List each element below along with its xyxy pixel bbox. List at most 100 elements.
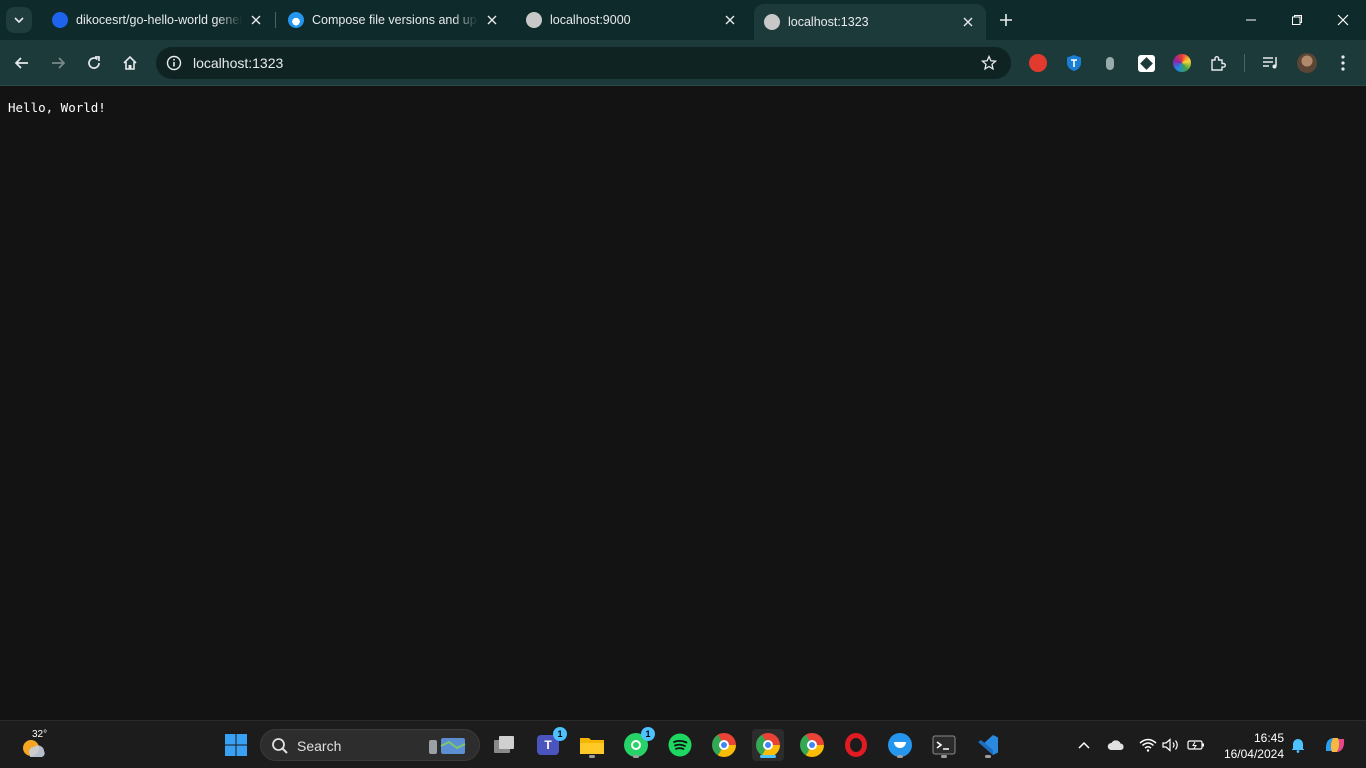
minimize-icon [1246,19,1256,21]
vscode-icon [978,735,998,755]
whatsapp-badge: 1 [641,727,655,741]
notification-bell-icon[interactable] [1288,735,1308,755]
copilot-icon[interactable] [1322,735,1348,755]
chrome-icon [800,733,824,757]
bookmark-star-icon[interactable] [979,53,999,73]
page-body-text: Hello, World! [8,100,106,115]
toolbar-divider [1244,54,1245,72]
close-tab-icon[interactable] [722,12,738,28]
teams-badge: 1 [553,727,567,741]
color-picker-extension-icon[interactable] [1171,52,1193,74]
tab-search-button[interactable] [6,7,32,33]
folder-icon [580,738,604,754]
docker-desktop-app[interactable] [884,729,916,761]
home-icon [123,55,137,70]
weather-temperature: 32° [32,729,48,740]
back-button[interactable] [8,49,36,77]
start-button[interactable] [224,733,248,757]
menu-kebab-icon[interactable] [1332,52,1354,74]
close-tab-icon[interactable] [960,14,976,30]
running-indicator [633,755,639,758]
taskbar-search[interactable]: Search [260,729,480,761]
page-viewport: Hello, World! [0,87,1366,720]
search-highlight-icon [429,738,466,754]
show-hidden-icons-chevron-icon[interactable] [1074,735,1094,755]
running-indicator [941,755,947,758]
search-label: Search [297,738,342,754]
arrow-right-icon [52,57,66,69]
reload-icon [88,56,100,69]
clock-date: 16/04/2024 [1223,747,1284,761]
taskbar: 32° Search T 1 1 16:45 16/04/2024 [0,720,1366,768]
profile-avatar[interactable] [1296,52,1318,74]
adblock-extension-icon[interactable] [1027,52,1049,74]
site-info-icon[interactable] [164,53,184,73]
terminal-icon [932,735,956,755]
weather-widget[interactable]: 32° [20,729,60,761]
taskbar-clock[interactable]: 16:45 16/04/2024 [1218,730,1284,762]
opera-icon [845,733,867,757]
task-view-icon [494,736,514,753]
whatsapp-app[interactable]: 1 [620,727,655,761]
address-bar[interactable]: localhost:1323 [156,47,1011,79]
tab-title: dikocesrt/go-hello-world gener [76,13,242,27]
clock-time: 16:45 [1253,731,1284,745]
plus-icon [1000,14,1012,26]
extensions-puzzle-icon[interactable] [1207,52,1229,74]
globe-icon [526,12,542,28]
arrow-left-icon [14,57,28,69]
docker-icon [888,733,912,757]
terminal-app[interactable] [928,729,960,761]
volume-icon[interactable] [1161,735,1181,755]
shield-extension-icon[interactable] [1063,52,1085,74]
new-tab-button[interactable] [994,8,1018,32]
close-icon [1337,14,1349,26]
running-indicator [589,755,595,758]
running-indicator [985,755,991,758]
opera-app[interactable] [840,729,872,761]
home-button[interactable] [116,49,144,77]
tab-separator [275,12,276,28]
minimize-button[interactable] [1228,0,1274,40]
close-tab-icon[interactable] [484,12,500,28]
tab-localhost-1323[interactable]: localhost:1323 [754,4,986,40]
docker-docs-icon [288,12,304,28]
chevron-down-icon [14,17,24,24]
url-text[interactable]: localhost:1323 [193,55,283,71]
spotify-icon [668,733,692,757]
browser-toolbar: localhost:1323 [0,40,1366,86]
restore-icon [1292,15,1302,25]
tab-title: localhost:9000 [550,13,631,27]
code-extension-icon[interactable] [1135,52,1157,74]
active-window-indicator [760,755,776,758]
wifi-icon[interactable] [1138,735,1158,755]
task-view-button[interactable] [488,729,520,761]
onedrive-cloud-icon[interactable] [1106,735,1126,755]
tab-title: localhost:1323 [788,15,869,29]
tab-compose-docs[interactable]: Compose file versions and upgr [278,6,510,34]
reload-button[interactable] [80,49,108,77]
restore-button[interactable] [1274,0,1320,40]
close-tab-icon[interactable] [248,12,264,28]
vscode-app[interactable] [972,729,1004,761]
chrome-secondary-profile-app[interactable] [796,729,828,761]
tab-strip: dikocesrt/go-hello-world gener Compose f… [0,0,1366,40]
media-control-icon[interactable] [1260,52,1282,74]
chrome-profile-app[interactable] [752,729,784,761]
close-window-button[interactable] [1320,0,1366,40]
spotify-app[interactable] [664,729,696,761]
search-icon [272,738,288,754]
forward-button[interactable] [44,49,72,77]
battery-icon[interactable] [1186,735,1206,755]
tab-title: Compose file versions and upgr [312,13,478,27]
chrome-app[interactable] [708,729,740,761]
globe-icon [764,14,780,30]
teams-app[interactable]: T 1 [532,727,567,761]
mouse-extension-icon[interactable] [1099,52,1121,74]
windows-logo-icon [225,734,247,756]
tab-docker-hub[interactable]: dikocesrt/go-hello-world gener [42,6,274,34]
docker-icon [52,12,68,28]
file-explorer-app[interactable] [576,729,608,761]
running-indicator [897,755,903,758]
tab-localhost-9000[interactable]: localhost:9000 [516,6,748,34]
